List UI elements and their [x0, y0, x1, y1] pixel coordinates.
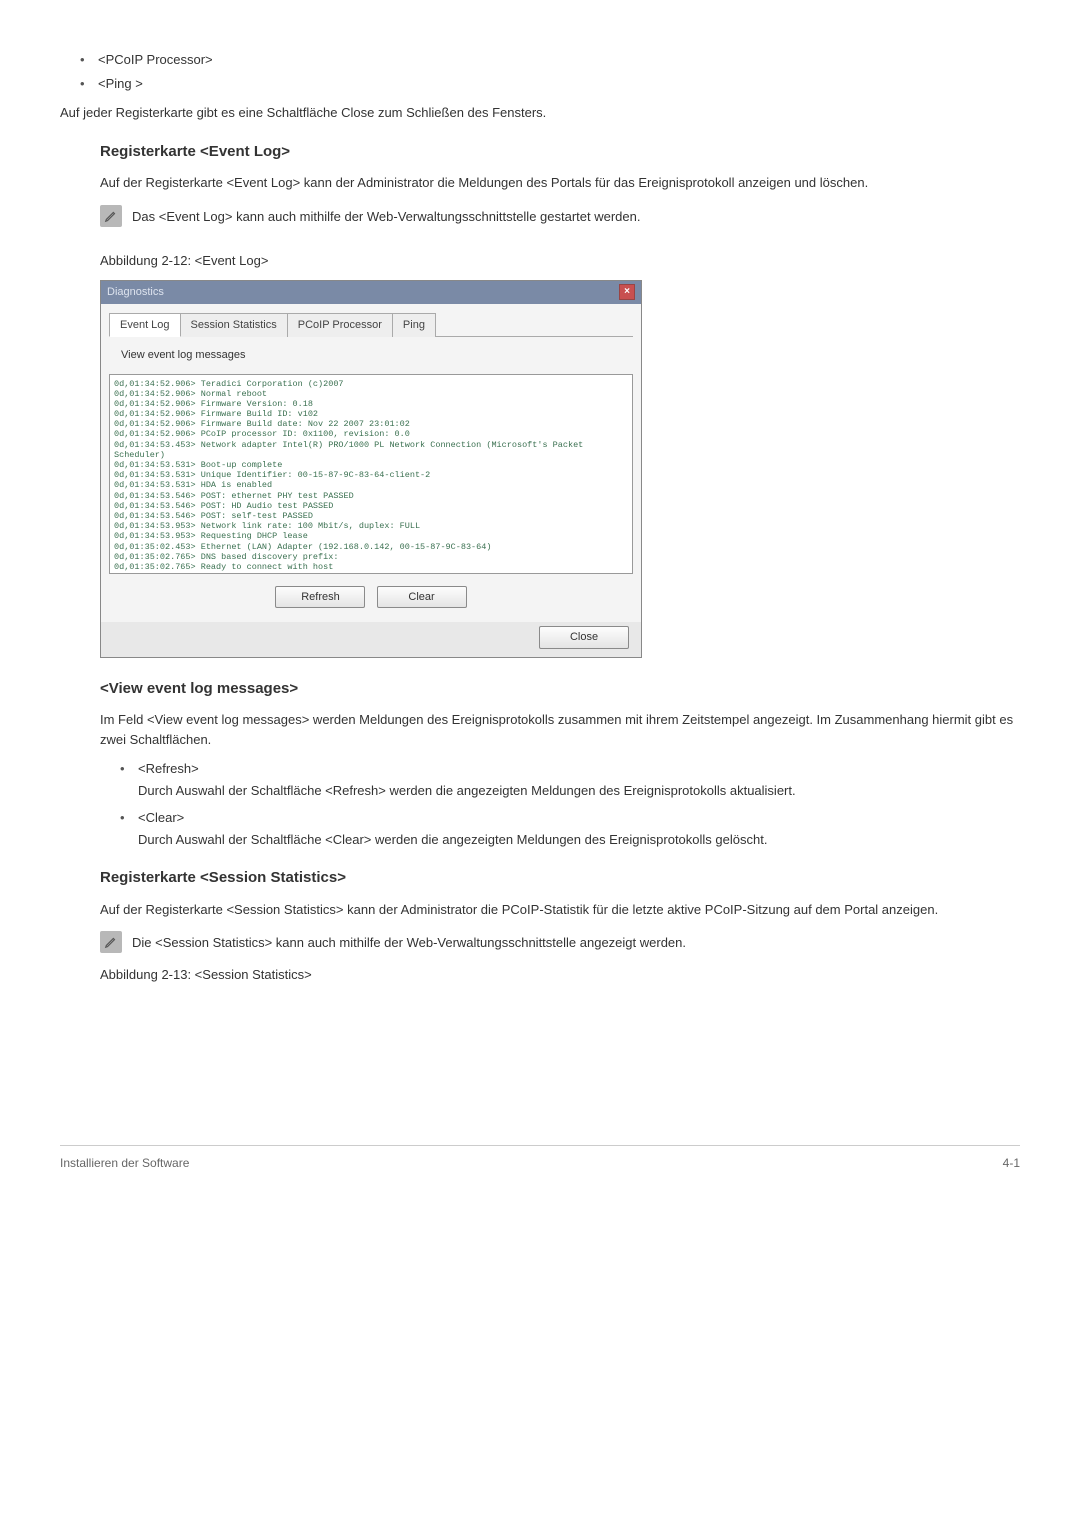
bullet-item: <PCoIP Processor>: [98, 52, 213, 67]
event-log-textarea[interactable]: 0d,01:34:52.906> Teradici Corporation (c…: [109, 374, 633, 574]
panel-label: View event log messages: [121, 347, 633, 364]
para-view-messages: Im Feld <View event log messages> werden…: [100, 710, 1020, 749]
note-session-statistics: Die <Session Statistics> kann auch mithi…: [100, 931, 1020, 953]
heading-view-messages: <View event log messages>: [100, 678, 1020, 701]
top-bullet-list: <PCoIP Processor> <Ping >: [60, 50, 1020, 93]
tab-strip: Event Log Session Statistics PCoIP Proce…: [109, 312, 633, 338]
heading-session-statistics: Registerkarte <Session Statistics>: [100, 867, 1020, 890]
tab-pcoip-processor[interactable]: PCoIP Processor: [287, 313, 393, 338]
clear-button[interactable]: Clear: [377, 586, 467, 609]
dialog-body: Event Log Session Statistics PCoIP Proce…: [101, 304, 641, 623]
refresh-button[interactable]: Refresh: [275, 586, 365, 609]
refresh-label: <Refresh>: [138, 761, 199, 776]
note-session-statistics-text: Die <Session Statistics> kann auch mithi…: [132, 933, 1020, 953]
close-button[interactable]: Close: [539, 626, 629, 649]
dialog-titlebar: Diagnostics ×: [101, 281, 641, 304]
para-close-description: Auf jeder Registerkarte gibt es eine Sch…: [60, 103, 1020, 123]
tab-session-statistics[interactable]: Session Statistics: [180, 313, 288, 338]
view-bullet-list: <Refresh> Durch Auswahl der Schaltfläche…: [100, 759, 1020, 849]
diagnostics-dialog: Diagnostics × Event Log Session Statisti…: [100, 280, 642, 658]
refresh-description: Durch Auswahl der Schaltfläche <Refresh>…: [138, 781, 1020, 801]
footer-left: Installieren der Software: [60, 1154, 189, 1172]
bullet-item: <Ping >: [98, 76, 143, 91]
note-event-log: Das <Event Log> kann auch mithilfe der W…: [100, 205, 1020, 227]
clear-description: Durch Auswahl der Schaltfläche <Clear> w…: [138, 830, 1020, 850]
para-session-statistics: Auf der Registerkarte <Session Statistic…: [100, 900, 1020, 920]
dialog-button-row: Refresh Clear: [109, 586, 633, 609]
close-icon[interactable]: ×: [619, 284, 635, 300]
footer-right: 4-1: [1003, 1154, 1020, 1172]
dialog-title: Diagnostics: [107, 284, 164, 301]
tab-ping[interactable]: Ping: [392, 313, 436, 338]
clear-label: <Clear>: [138, 810, 184, 825]
heading-event-log: Registerkarte <Event Log>: [100, 141, 1020, 164]
note-event-log-text: Das <Event Log> kann auch mithilfe der W…: [132, 207, 1020, 227]
caption-session-statistics: Abbildung 2-13: <Session Statistics>: [100, 965, 1020, 985]
page-footer: Installieren der Software 4-1: [60, 1145, 1020, 1172]
tab-event-log[interactable]: Event Log: [109, 313, 181, 338]
para-event-log: Auf der Registerkarte <Event Log> kann d…: [100, 173, 1020, 193]
dialog-footer: Close: [101, 622, 641, 657]
caption-event-log: Abbildung 2-12: <Event Log>: [100, 251, 1020, 271]
pencil-note-icon: [100, 931, 122, 953]
pencil-note-icon: [100, 205, 122, 227]
